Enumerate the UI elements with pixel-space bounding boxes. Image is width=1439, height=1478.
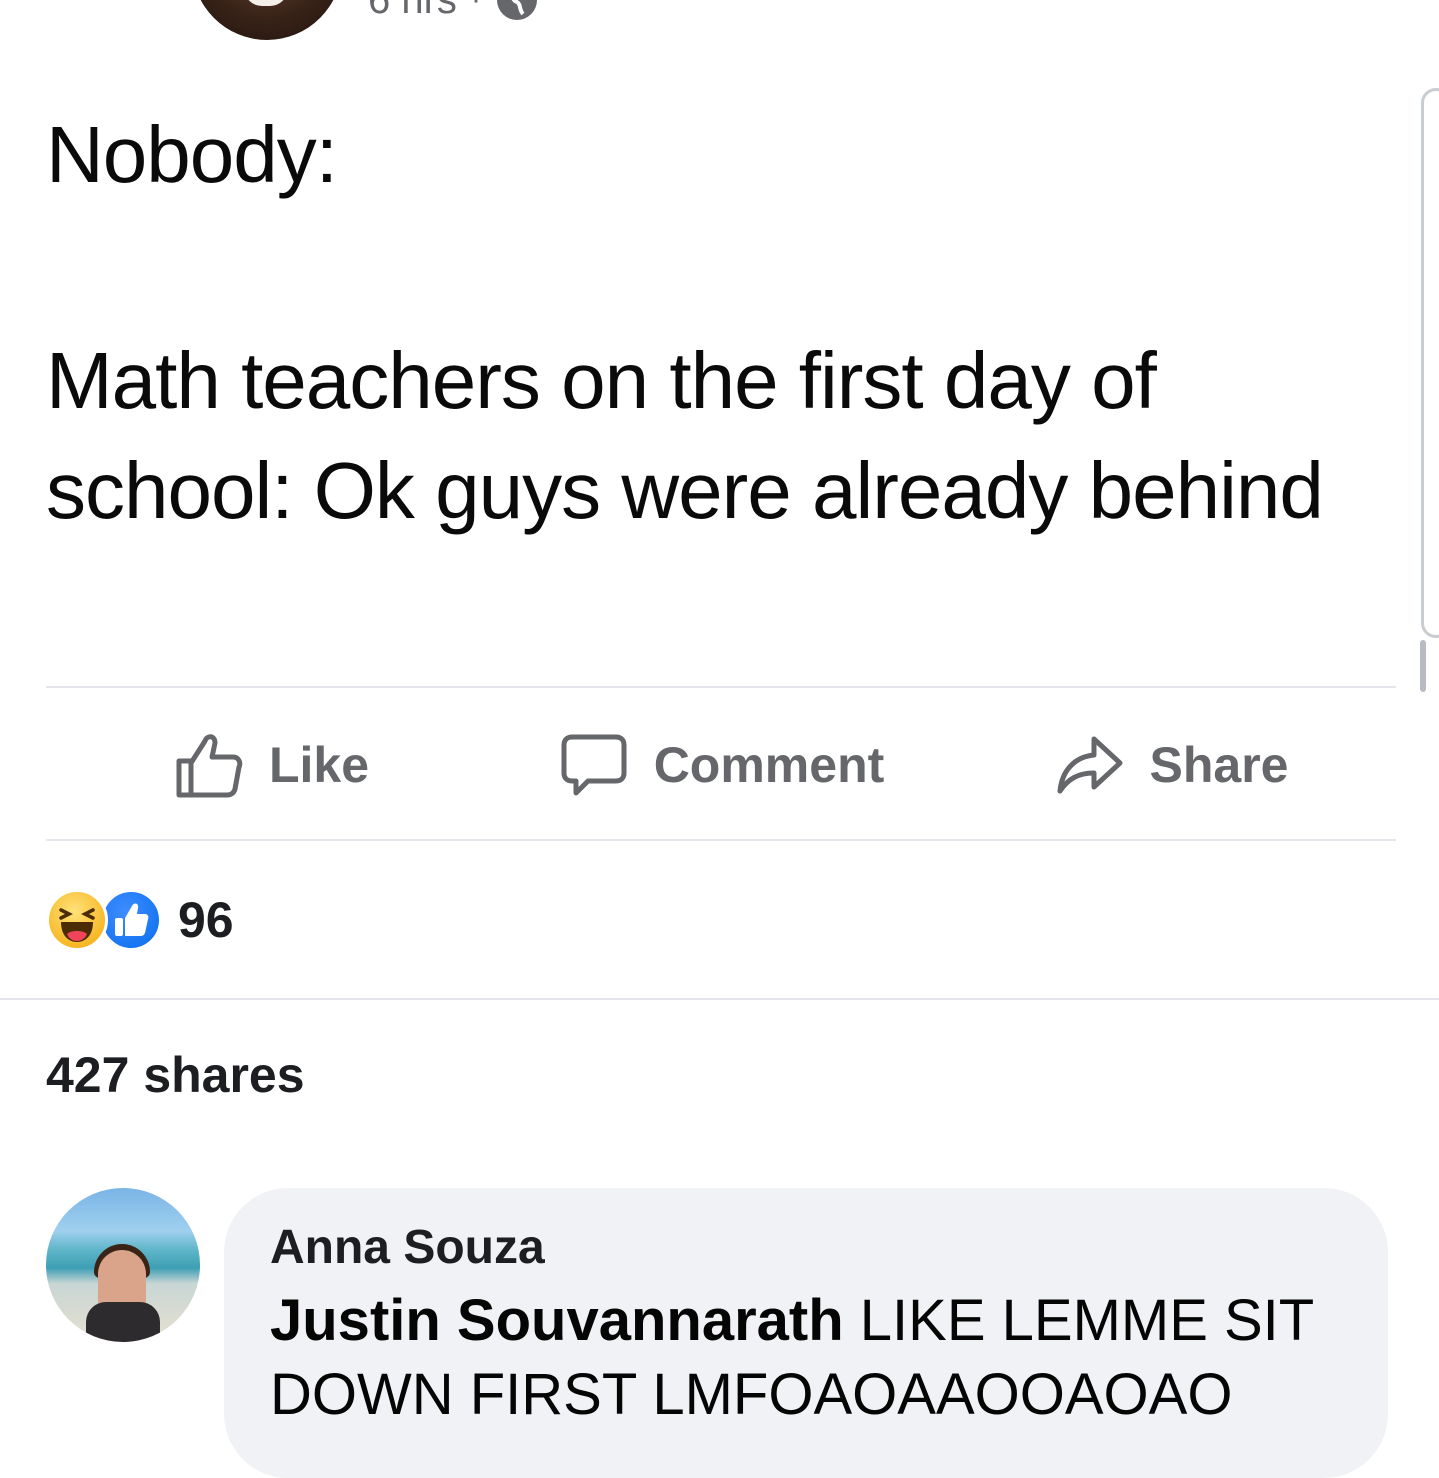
- post-actions: Like Comment Share: [46, 705, 1396, 825]
- share-label: Share: [1149, 737, 1289, 793]
- thumbs-up-icon: [176, 734, 243, 798]
- divider: [46, 839, 1396, 841]
- share-arrow-icon: [1057, 736, 1123, 794]
- comment-mention[interactable]: Justin Souvannarath: [270, 1288, 844, 1353]
- post-time[interactable]: 6 hrs: [368, 0, 457, 23]
- like-label: Like: [268, 737, 370, 793]
- share-button[interactable]: Share: [946, 729, 1396, 801]
- post-text-line-2: Math teachers on the first day of school…: [46, 336, 1324, 535]
- post-text-line-1: Nobody:: [46, 110, 338, 199]
- poster-avatar[interactable]: [192, 0, 342, 40]
- share-count[interactable]: 427 shares: [46, 1046, 305, 1104]
- comment-author[interactable]: Anna Souza: [270, 1220, 545, 1275]
- globe-icon: [496, 0, 537, 20]
- post-body: Nobody: Math teachers on the first day o…: [46, 100, 1366, 546]
- divider: [46, 686, 1396, 688]
- like-button[interactable]: Like: [46, 729, 496, 801]
- scrollbar-track[interactable]: [1421, 88, 1439, 638]
- comment-label: Comment: [653, 737, 885, 793]
- reaction-summary[interactable]: 96: [46, 888, 234, 952]
- like-icon: [100, 889, 162, 951]
- scrollbar-thumb[interactable]: [1420, 640, 1426, 692]
- reaction-count: 96: [178, 892, 234, 948]
- comment-text: Justin Souvannarath LIKE LEMME SIT DOWN …: [270, 1284, 1370, 1432]
- haha-icon: [46, 889, 108, 951]
- meta-separator: ·: [471, 0, 481, 17]
- section-divider: [0, 998, 1439, 1000]
- comment-bubble-icon: [561, 734, 627, 796]
- commenter-avatar[interactable]: [46, 1188, 200, 1342]
- comment-button[interactable]: Comment: [496, 729, 946, 801]
- post-meta: 6 hrs ·: [368, 0, 539, 22]
